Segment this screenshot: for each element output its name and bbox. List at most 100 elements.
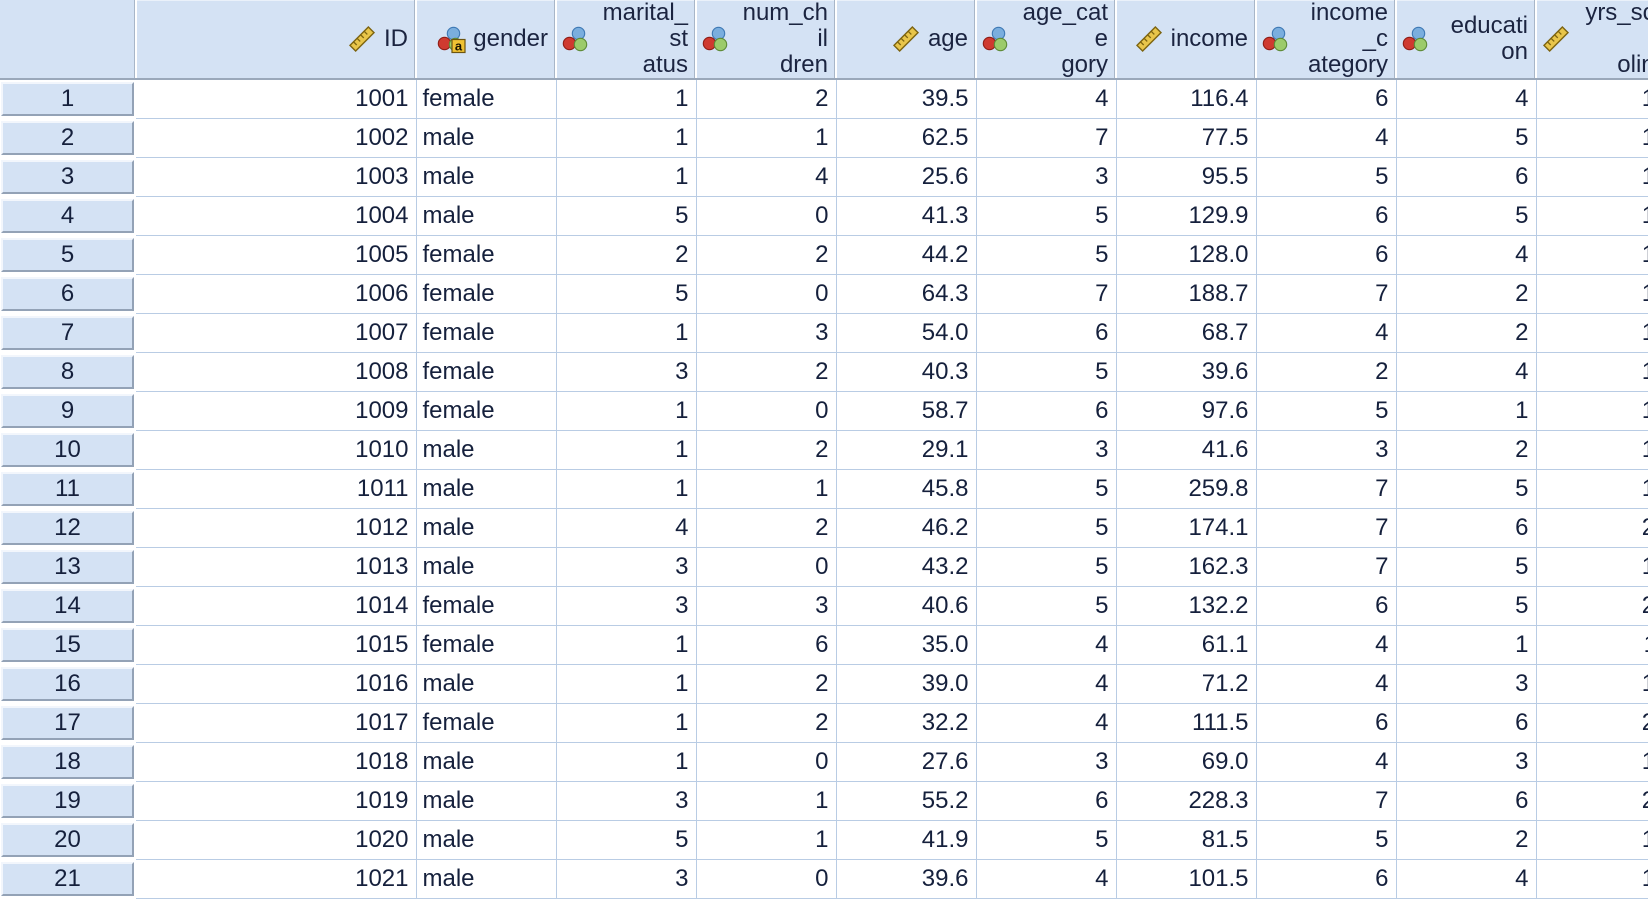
cell-marital_status-row-20[interactable]: 5 [556,820,697,860]
cell-age_category-row-8[interactable]: 5 [976,352,1117,392]
cell-education-row-14[interactable]: 5 [1396,586,1537,626]
cell-age-row-8[interactable]: 40.3 [836,352,977,392]
cell-marital_status-row-6[interactable]: 5 [556,274,697,314]
cell-income-row-20[interactable]: 81.5 [1116,820,1257,860]
cell-age_category-row-18[interactable]: 3 [976,742,1117,782]
cell-education-row-5[interactable]: 4 [1396,235,1537,275]
cell-education-row-16[interactable]: 3 [1396,664,1537,704]
cell-age_category-row-4[interactable]: 5 [976,196,1117,236]
cell-age-row-20[interactable]: 41.9 [836,820,977,860]
cell-income_category-row-9[interactable]: 5 [1256,391,1397,431]
cell-yrs_schooling-row-20[interactable]: 14 [1536,820,1648,860]
cell-ID-row-13[interactable]: 1013 [136,547,417,587]
cell-income_category-row-15[interactable]: 4 [1256,625,1397,665]
cell-yrs_schooling-row-12[interactable]: 21 [1536,508,1648,548]
cell-gender-row-21[interactable]: male [416,859,557,899]
cell-num_children-row-12[interactable]: 2 [696,508,837,548]
cell-age_category-row-6[interactable]: 7 [976,274,1117,314]
row-header-6[interactable]: 6 [0,274,136,314]
cell-income_category-row-19[interactable]: 7 [1256,781,1397,821]
cell-age_category-row-17[interactable]: 4 [976,703,1117,743]
cell-ID-row-16[interactable]: 1016 [136,664,417,704]
cell-gender-row-13[interactable]: male [416,547,557,587]
cell-num_children-row-13[interactable]: 0 [696,547,837,587]
cell-age-row-15[interactable]: 35.0 [836,625,977,665]
cell-yrs_schooling-row-10[interactable]: 14 [1536,430,1648,470]
cell-num_children-row-3[interactable]: 4 [696,157,837,197]
cell-age-row-11[interactable]: 45.8 [836,469,977,509]
cell-education-row-18[interactable]: 3 [1396,742,1537,782]
column-header-income[interactable]: income [1116,0,1257,80]
cell-yrs_schooling-row-6[interactable]: 13 [1536,274,1648,314]
table-row[interactable]: 161016male1239.0471.24315 [0,664,1648,704]
cell-income-row-8[interactable]: 39.6 [1116,352,1257,392]
cell-ID-row-2[interactable]: 1002 [136,118,417,158]
cell-gender-row-1[interactable]: female [416,78,557,119]
cell-income-row-6[interactable]: 188.7 [1116,274,1257,314]
cell-ID-row-14[interactable]: 1014 [136,586,417,626]
cell-income-row-9[interactable]: 97.6 [1116,391,1257,431]
cell-age_category-row-9[interactable]: 6 [976,391,1117,431]
column-header-marital_status[interactable]: marital_st atus [556,0,697,80]
cell-num_children-row-7[interactable]: 3 [696,313,837,353]
cell-income-row-11[interactable]: 259.8 [1116,469,1257,509]
cell-gender-row-8[interactable]: female [416,352,557,392]
cell-age_category-row-10[interactable]: 3 [976,430,1117,470]
row-header-16[interactable]: 16 [0,664,136,704]
cell-marital_status-row-9[interactable]: 1 [556,391,697,431]
cell-income_category-row-21[interactable]: 6 [1256,859,1397,899]
cell-age_category-row-15[interactable]: 4 [976,625,1117,665]
cell-education-row-2[interactable]: 5 [1396,118,1537,158]
cell-income-row-21[interactable]: 101.5 [1116,859,1257,899]
cell-yrs_schooling-row-1[interactable]: 17 [1536,78,1648,119]
cell-age-row-18[interactable]: 27.6 [836,742,977,782]
cell-yrs_schooling-row-21[interactable]: 17 [1536,859,1648,899]
row-header-11[interactable]: 11 [0,469,136,509]
table-row[interactable]: 141014female3340.65132.26520 [0,586,1648,626]
cell-yrs_schooling-row-5[interactable]: 15 [1536,235,1648,275]
table-row[interactable]: 61006female5064.37188.77213 [0,274,1648,314]
table-row[interactable]: 211021male3039.64101.56417 [0,859,1648,899]
cell-age_category-row-19[interactable]: 6 [976,781,1117,821]
cell-income_category-row-7[interactable]: 4 [1256,313,1397,353]
cell-education-row-6[interactable]: 2 [1396,274,1537,314]
column-header-num_children[interactable]: num_chil dren [696,0,837,80]
cell-age_category-row-14[interactable]: 5 [976,586,1117,626]
cell-marital_status-row-3[interactable]: 1 [556,157,697,197]
cell-yrs_schooling-row-2[interactable]: 17 [1536,118,1648,158]
cell-income-row-10[interactable]: 41.6 [1116,430,1257,470]
cell-age_category-row-2[interactable]: 7 [976,118,1117,158]
cell-yrs_schooling-row-16[interactable]: 15 [1536,664,1648,704]
cell-yrs_schooling-row-7[interactable]: 13 [1536,313,1648,353]
cell-num_children-row-20[interactable]: 1 [696,820,837,860]
cell-age_category-row-12[interactable]: 5 [976,508,1117,548]
cell-num_children-row-15[interactable]: 6 [696,625,837,665]
column-header-income_category[interactable]: income_c ategory [1256,0,1397,80]
cell-age_category-row-16[interactable]: 4 [976,664,1117,704]
cell-gender-row-4[interactable]: male [416,196,557,236]
cell-education-row-20[interactable]: 2 [1396,820,1537,860]
cell-income-row-13[interactable]: 162.3 [1116,547,1257,587]
row-header-21[interactable]: 21 [0,859,136,899]
row-header-2[interactable]: 2 [0,118,136,158]
cell-ID-row-5[interactable]: 1005 [136,235,417,275]
cell-education-row-13[interactable]: 5 [1396,547,1537,587]
cell-age-row-19[interactable]: 55.2 [836,781,977,821]
cell-income_category-row-18[interactable]: 4 [1256,742,1397,782]
cell-ID-row-6[interactable]: 1006 [136,274,417,314]
cell-yrs_schooling-row-9[interactable]: 10 [1536,391,1648,431]
cell-education-row-8[interactable]: 4 [1396,352,1537,392]
cell-age_category-row-11[interactable]: 5 [976,469,1117,509]
cell-yrs_schooling-row-19[interactable]: 22 [1536,781,1648,821]
cell-num_children-row-6[interactable]: 0 [696,274,837,314]
cell-gender-row-5[interactable]: female [416,235,557,275]
cell-age-row-7[interactable]: 54.0 [836,313,977,353]
cell-education-row-1[interactable]: 4 [1396,78,1537,119]
cell-income-row-4[interactable]: 129.9 [1116,196,1257,236]
cell-num_children-row-21[interactable]: 0 [696,859,837,899]
cell-education-row-19[interactable]: 6 [1396,781,1537,821]
cell-income_category-row-10[interactable]: 3 [1256,430,1397,470]
cell-yrs_schooling-row-4[interactable]: 18 [1536,196,1648,236]
cell-education-row-15[interactable]: 1 [1396,625,1537,665]
cell-income-row-16[interactable]: 71.2 [1116,664,1257,704]
